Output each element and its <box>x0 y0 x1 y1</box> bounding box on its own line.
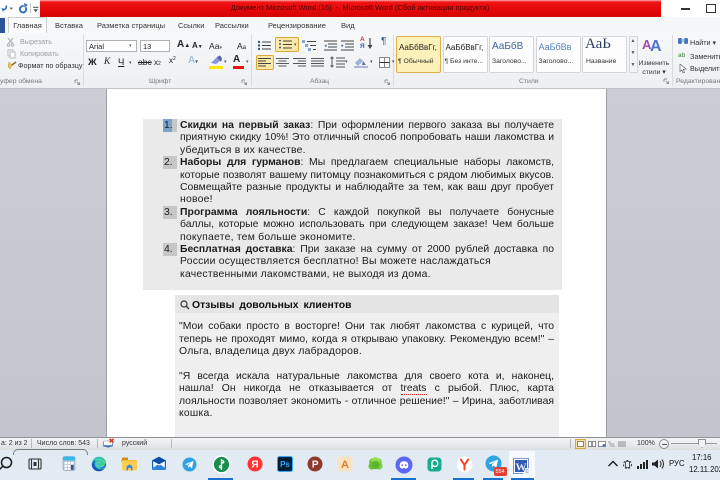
svg-text:Я: Я <box>251 460 258 471</box>
svg-text:А: А <box>341 459 349 471</box>
svg-text:Ps: Ps <box>280 460 290 469</box>
svg-text:P: P <box>312 460 319 471</box>
